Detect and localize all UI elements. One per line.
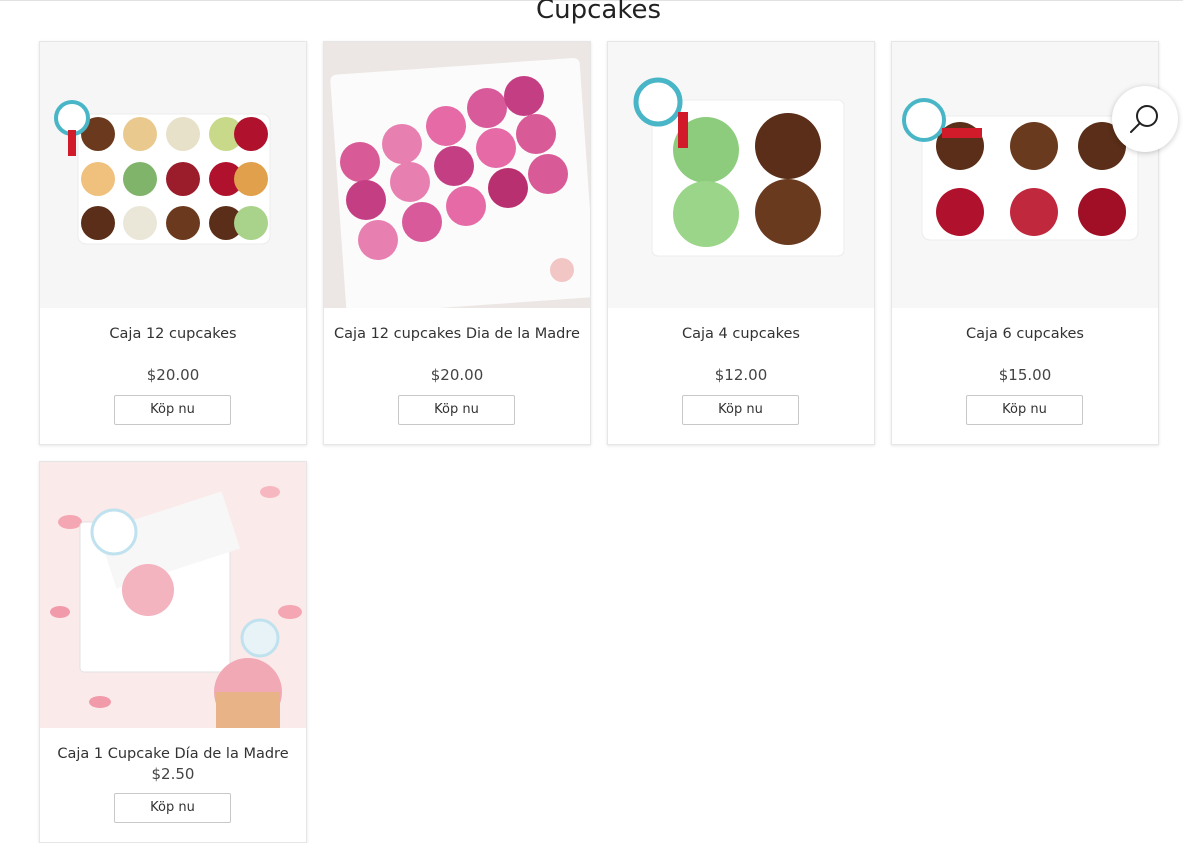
search-button[interactable]	[1112, 86, 1178, 152]
page-title: Cupcakes	[535, 0, 662, 25]
product-name[interactable]: Caja 4 cupcakes	[618, 324, 864, 345]
product-image[interactable]	[40, 42, 306, 308]
buy-now-button[interactable]: Köp nu	[682, 395, 799, 425]
product-card[interactable]: Caja 4 cupcakes $12.00 Köp nu	[607, 41, 875, 445]
product-name[interactable]: Caja 1 Cupcake Día de la Madre	[50, 744, 296, 765]
product-price: $12.00	[714, 366, 768, 384]
product-image[interactable]	[608, 42, 874, 308]
product-name[interactable]: Caja 12 cupcakes Dia de la Madre	[334, 324, 580, 345]
product-image[interactable]	[324, 42, 590, 308]
buy-now-button[interactable]: Köp nu	[114, 793, 231, 823]
product-card[interactable]: Caja 12 cupcakes Dia de la Madre $20.00 …	[323, 41, 591, 445]
product-name[interactable]: Caja 12 cupcakes	[50, 324, 296, 345]
product-image[interactable]	[892, 42, 1158, 308]
buy-now-button[interactable]: Köp nu	[398, 395, 515, 425]
product-price: $20.00	[146, 366, 200, 384]
product-card[interactable]: Caja 1 Cupcake Día de la Madre $2.50 Köp…	[39, 461, 307, 843]
product-price: $2.50	[151, 765, 195, 783]
buy-now-button[interactable]: Köp nu	[966, 395, 1083, 425]
product-price: $20.00	[430, 366, 484, 384]
buy-now-button[interactable]: Köp nu	[114, 395, 231, 425]
product-name[interactable]: Caja 6 cupcakes	[902, 324, 1148, 345]
search-icon	[1130, 105, 1158, 133]
product-price: $15.00	[998, 366, 1052, 384]
product-card[interactable]: Caja 12 cupcakes $20.00 Köp nu	[39, 41, 307, 445]
product-image[interactable]	[40, 462, 306, 728]
